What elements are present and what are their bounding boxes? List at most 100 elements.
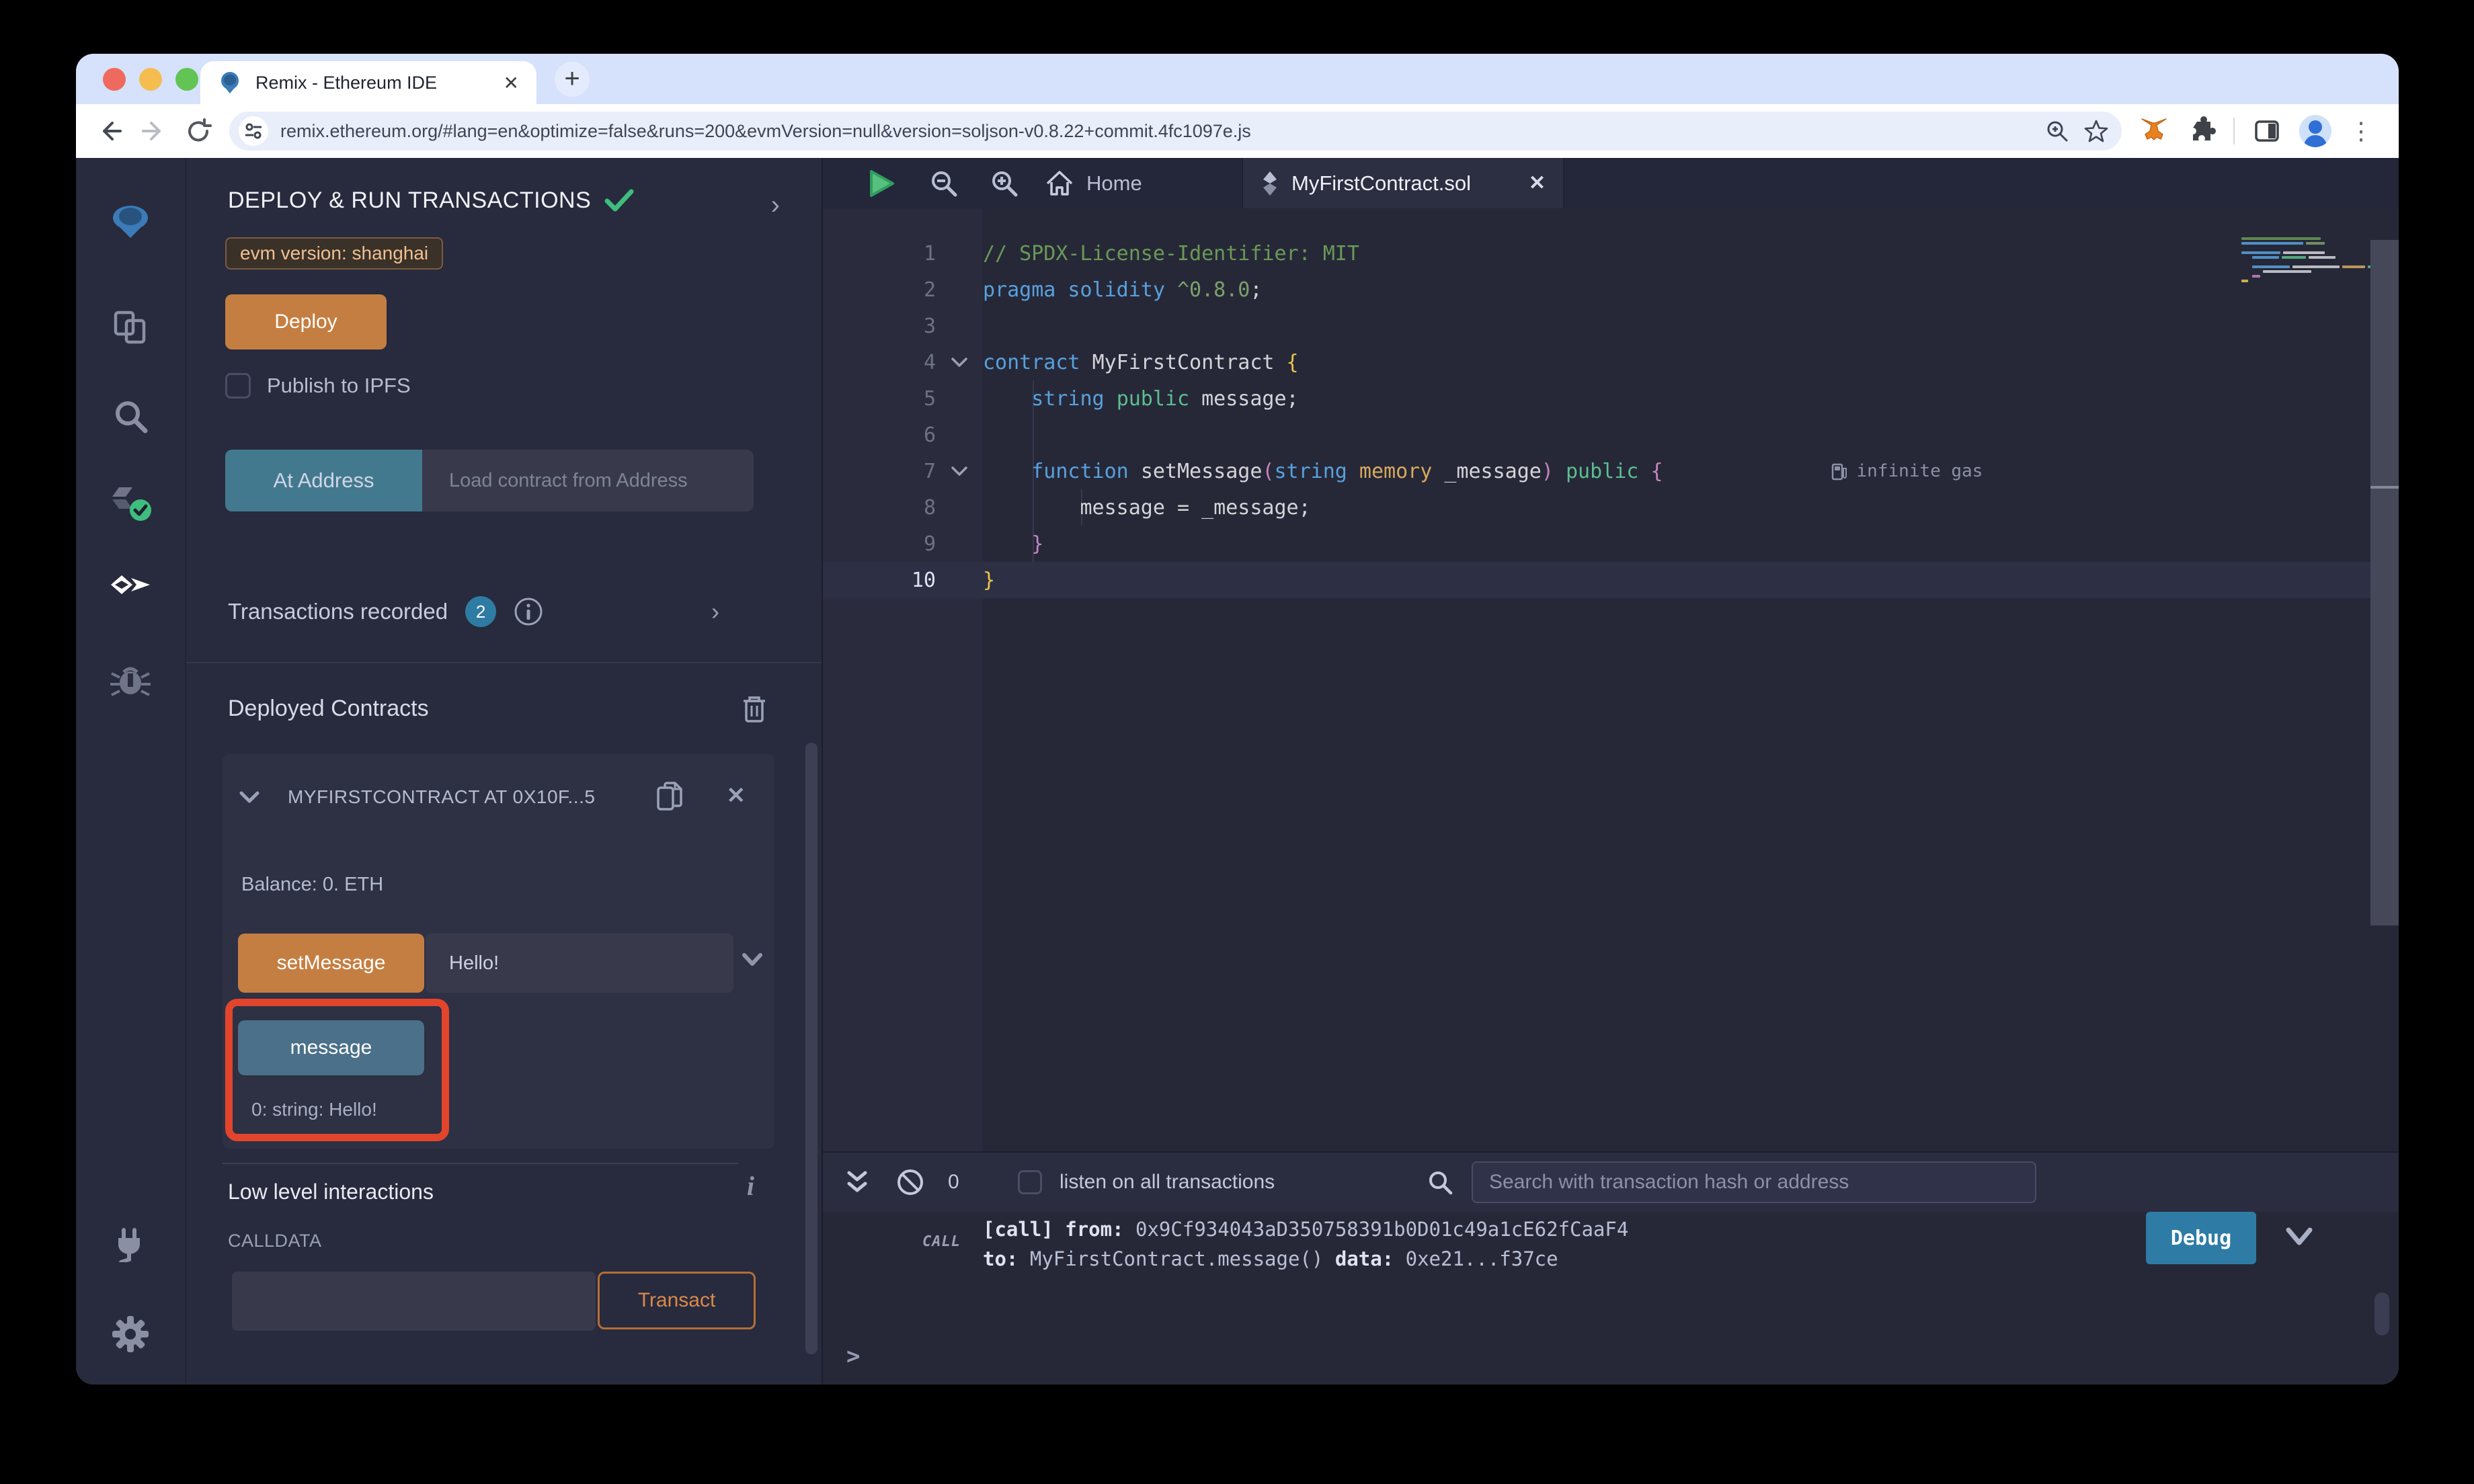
remove-instance-icon[interactable]: ✕	[727, 782, 746, 809]
info-icon[interactable]	[514, 597, 543, 626]
editor-scrollbar[interactable]	[2370, 240, 2399, 925]
browser-tab[interactable]: Remix - Ethereum IDE ✕	[200, 61, 536, 104]
scroll-to-bottom-icon[interactable]	[846, 1169, 869, 1196]
low-level-info-icon[interactable]: i	[747, 1170, 754, 1202]
clear-console-icon[interactable]	[895, 1167, 925, 1197]
url-bar[interactable]: remix.ethereum.org/#lang=en&optimize=fal…	[229, 112, 2122, 151]
publish-ipfs-checkbox[interactable]	[225, 373, 251, 399]
close-file-tab-icon[interactable]: ✕	[1529, 171, 1546, 195]
remix-logo-icon[interactable]	[109, 200, 152, 243]
bookmark-star-icon[interactable]	[2084, 119, 2108, 143]
metamask-extension-icon[interactable]	[2139, 116, 2169, 146]
reload-icon[interactable]	[185, 118, 212, 145]
minimap-line	[2236, 279, 2364, 284]
terminal-log[interactable]: CALL [call] from: 0x9Cf934043aD350758391…	[823, 1212, 2399, 1385]
editor-column: Home MyFirstContract.sol ✕ 1// SPDX-Lice…	[822, 158, 2399, 1385]
browser-menu-icon[interactable]: ⋮	[2349, 116, 2373, 146]
log-from-label: from:	[1065, 1218, 1123, 1241]
panel-scrollbar[interactable]	[805, 743, 817, 1354]
log-prefix: [call]	[983, 1218, 1053, 1241]
calldata-label: CALLDATA	[228, 1231, 322, 1251]
zoom-page-icon[interactable]	[2045, 119, 2069, 143]
set-message-button[interactable]: setMessage	[238, 934, 424, 993]
code-line[interactable]: 2pragma solidity ^0.8.0;	[823, 272, 2370, 308]
log-data-value: 0xe21...f37ce	[1406, 1247, 1558, 1270]
run-script-icon[interactable]	[865, 167, 897, 200]
at-address-button[interactable]: At Address	[225, 450, 422, 511]
profile-avatar[interactable]	[2299, 115, 2331, 147]
back-icon[interactable]	[96, 118, 123, 145]
close-window-button[interactable]	[103, 68, 126, 91]
zoom-in-icon[interactable]	[990, 169, 1019, 198]
code-line[interactable]: 10}	[823, 562, 2370, 598]
minimap-line	[2236, 265, 2364, 270]
log-to-value: MyFirstContract.message()	[1030, 1247, 1324, 1270]
tab-close-icon[interactable]: ✕	[504, 72, 519, 94]
tab-myfirstcontract[interactable]: MyFirstContract.sol ✕	[1242, 158, 1564, 208]
forward-icon[interactable]	[141, 118, 167, 145]
deploy-run-icon[interactable]	[108, 573, 153, 610]
code-line[interactable]: 5 string public message;	[823, 380, 2370, 417]
code-line[interactable]: 6	[823, 417, 2370, 453]
extensions-puzzle-icon[interactable]	[2186, 116, 2216, 146]
settings-gear-icon[interactable]	[111, 1315, 150, 1354]
terminal: 0 listen on all transactions CALL [call]…	[823, 1151, 2399, 1385]
code-line[interactable]: 4contract MyFirstContract {	[823, 344, 2370, 380]
deployed-contracts-header: Deployed Contracts	[228, 696, 429, 722]
pending-tx-count: 0	[948, 1171, 959, 1194]
code-line[interactable]: 9 }	[823, 526, 2370, 562]
editor-tab-bar: Home MyFirstContract.sol ✕	[823, 158, 2399, 208]
plugin-icon-bar	[76, 158, 186, 1385]
terminal-scrollbar[interactable]	[2375, 1292, 2389, 1335]
terminal-search-icon	[1427, 1169, 1453, 1196]
debug-button[interactable]: Debug	[2146, 1212, 2256, 1264]
log-data-label: data:	[1335, 1247, 1394, 1270]
log-entry[interactable]: [call] from: 0x9Cf934043aD350758391b0D01…	[983, 1214, 1628, 1274]
transactions-expand-icon[interactable]: ›	[711, 597, 719, 626]
listen-transactions-checkbox[interactable]	[1018, 1170, 1042, 1194]
editor-minimap[interactable]	[2236, 237, 2364, 284]
zoom-out-icon[interactable]	[929, 169, 959, 198]
search-icon[interactable]	[112, 397, 149, 435]
minimize-window-button[interactable]	[139, 68, 162, 91]
log-from-value: 0x9Cf934043aD350758391b0D01c49a1cE62fCaa…	[1135, 1218, 1628, 1241]
contract-instance-title[interactable]: MYFIRSTCONTRACT AT 0X10F...5	[288, 786, 595, 808]
calldata-input[interactable]	[232, 1272, 596, 1331]
terminal-search-input[interactable]	[1472, 1161, 2036, 1203]
debugger-icon[interactable]	[110, 663, 151, 699]
success-check-icon	[604, 189, 634, 213]
terminal-prompt[interactable]: >	[846, 1343, 860, 1370]
code-line[interactable]: 8 message = _message;	[823, 489, 2370, 526]
code-line[interactable]: 1// SPDX-License-Identifier: MIT	[823, 235, 2370, 272]
expand-args-chevron-icon[interactable]	[742, 952, 762, 967]
trash-icon[interactable]	[741, 694, 768, 724]
deploy-button[interactable]: Deploy	[225, 294, 387, 349]
publish-ipfs-label: Publish to IPFS	[267, 374, 411, 398]
plugin-manager-icon[interactable]	[110, 1225, 151, 1262]
copy-icon[interactable]	[655, 781, 684, 813]
message-getter-button[interactable]: message	[238, 1020, 424, 1075]
code-line[interactable]: 3	[823, 308, 2370, 344]
screen: Remix - Ethereum IDE ✕ + remix.ethereum.…	[0, 0, 2474, 1484]
side-panel-icon[interactable]	[2252, 116, 2282, 146]
zoom-window-button[interactable]	[175, 68, 198, 91]
file-explorer-icon[interactable]	[112, 308, 149, 346]
panel-title: DEPLOY & RUN TRANSACTIONS	[228, 188, 591, 214]
log-expand-chevron-icon[interactable]	[2286, 1227, 2313, 1247]
fold-chevron-icon[interactable]	[951, 466, 967, 477]
url-text: remix.ethereum.org/#lang=en&optimize=fal…	[280, 121, 2030, 142]
remix-favicon	[218, 71, 242, 95]
tab-home[interactable]: Home	[1045, 158, 1142, 208]
code-line[interactable]: 7 function setMessage(string memory _mes…	[823, 453, 2370, 489]
panel-expand-icon[interactable]: ›	[771, 193, 780, 217]
solidity-compiler-icon[interactable]	[107, 483, 154, 525]
collapse-chevron-icon[interactable]	[239, 790, 260, 804]
minimap-line	[2236, 241, 2364, 246]
site-settings-icon[interactable]	[239, 116, 268, 146]
code-editor[interactable]: 1// SPDX-License-Identifier: MIT2pragma …	[823, 208, 2399, 1151]
set-message-input[interactable]	[426, 934, 733, 993]
at-address-input[interactable]	[422, 450, 754, 511]
transact-button[interactable]: Transact	[598, 1272, 756, 1329]
fold-chevron-icon[interactable]	[951, 357, 967, 368]
new-tab-button[interactable]: +	[555, 62, 590, 97]
